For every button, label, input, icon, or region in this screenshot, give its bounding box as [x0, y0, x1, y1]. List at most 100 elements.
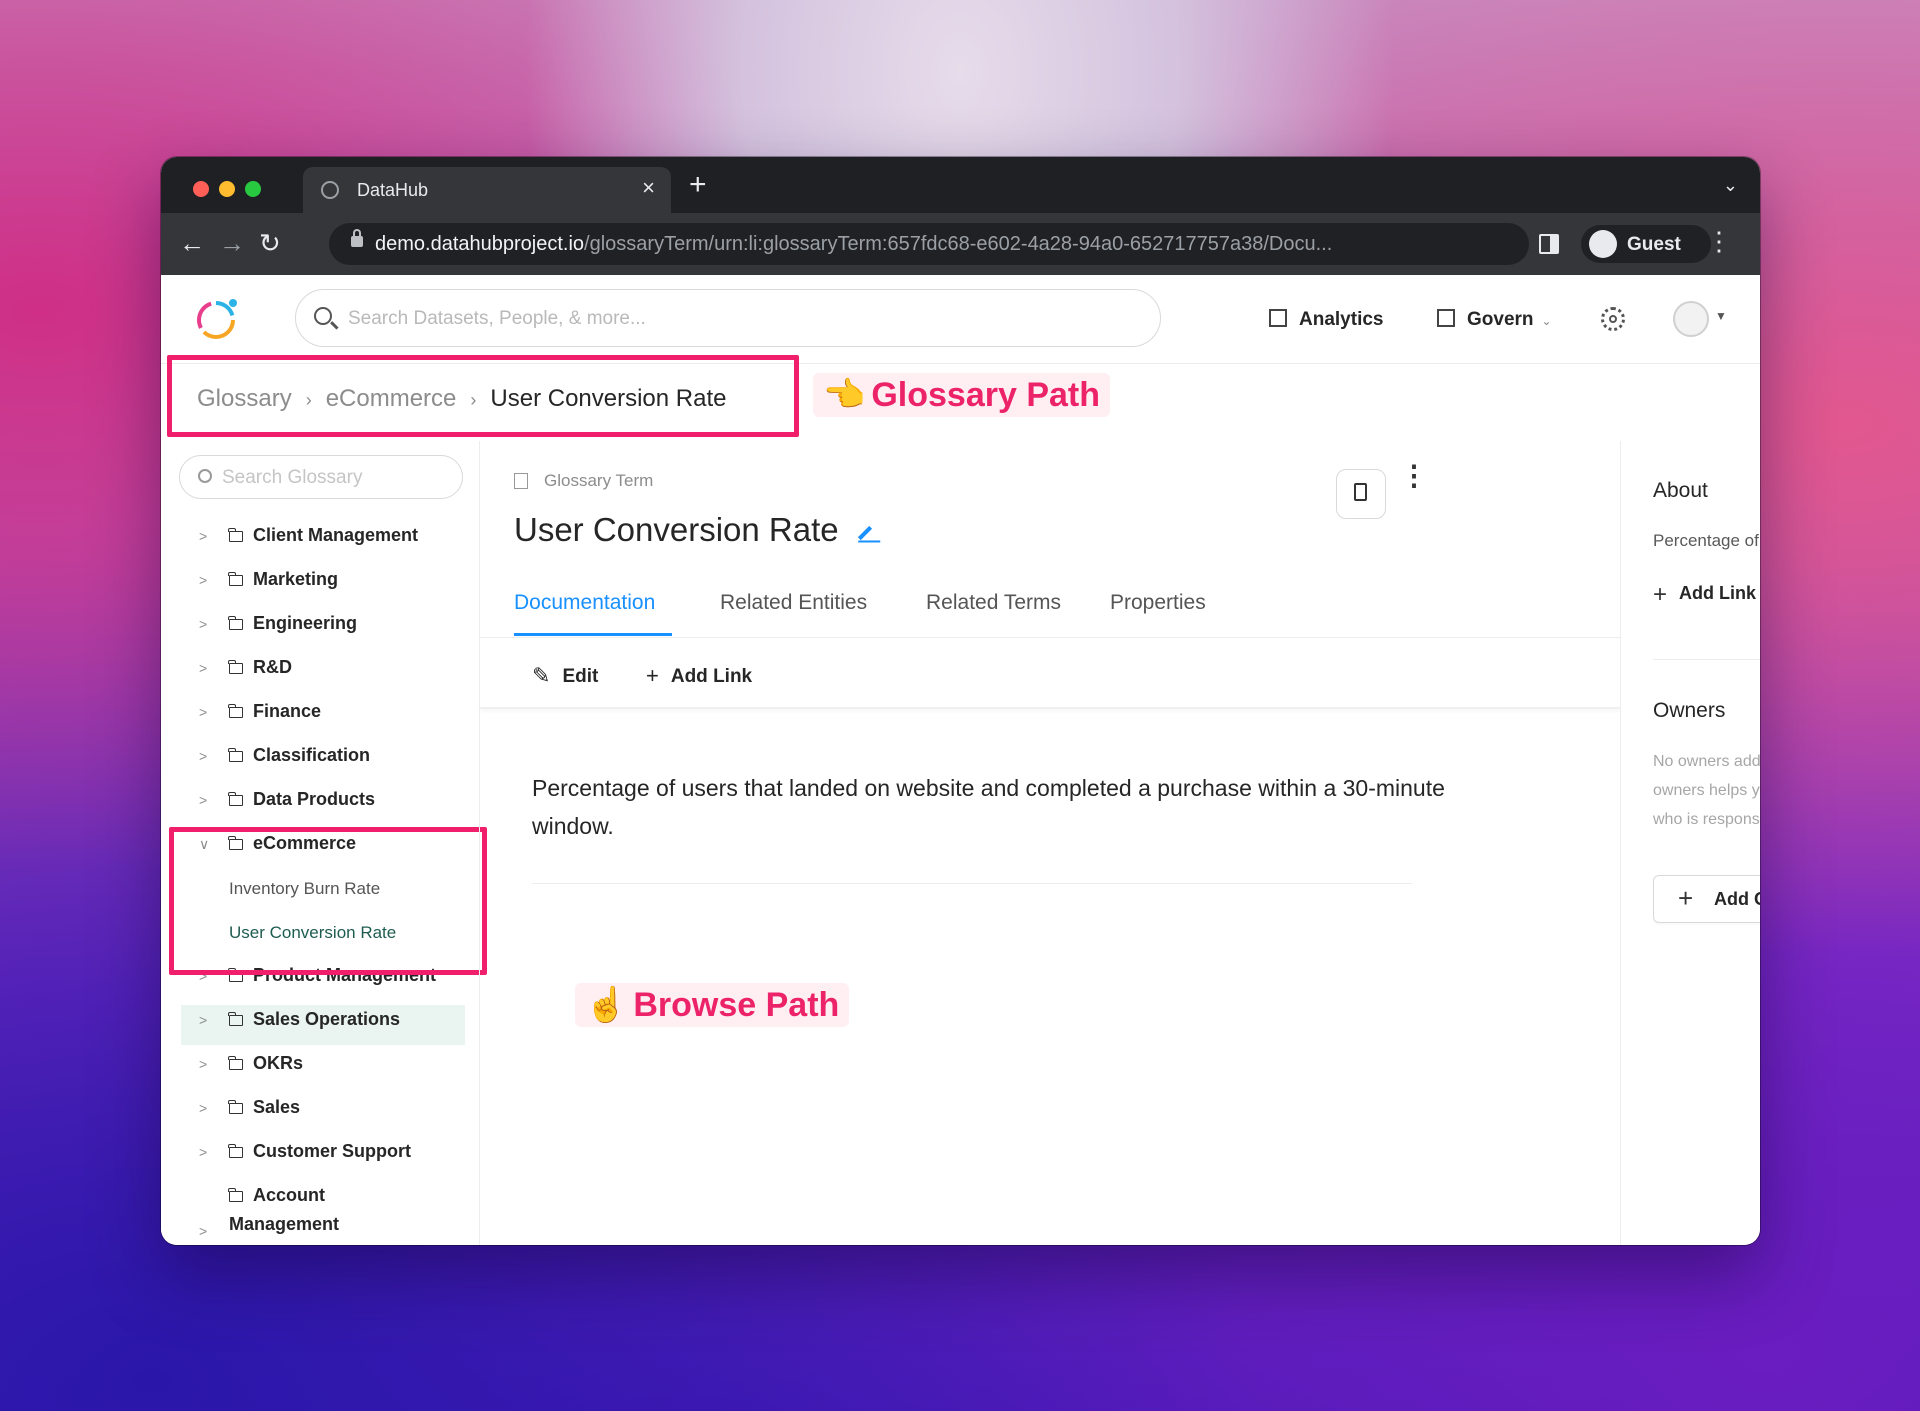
datahub-favicon-icon — [321, 181, 339, 199]
add-link-label: Add Link — [670, 666, 753, 687]
caret-down-icon[interactable]: ▼ — [1715, 309, 1727, 323]
tab-close-button[interactable]: × — [642, 177, 655, 199]
browser-tab[interactable]: DataHub × — [303, 167, 671, 213]
tab-related-terms[interactable]: Related Terms — [926, 591, 1061, 615]
tab-documentation[interactable]: Documentation — [514, 591, 655, 615]
folder-icon — [228, 1144, 243, 1158]
tree-node[interactable]: > Sales Operations — [199, 1009, 400, 1039]
chevron-down-icon: ⌄ — [1541, 314, 1552, 328]
glossary-search-input[interactable]: Search Glossary — [179, 455, 463, 499]
folder-icon — [228, 792, 243, 806]
owners-heading: Owners — [1653, 699, 1726, 722]
about-add-link-button[interactable]: + Add Link — [1653, 581, 1756, 609]
tree-node[interactable]: > Marketing — [199, 569, 338, 599]
folder-icon — [228, 1012, 243, 1026]
browser-menu-icon[interactable]: ⋮ — [1706, 227, 1732, 255]
folder-icon — [228, 704, 243, 718]
analytics-nav[interactable]: Analytics — [1269, 309, 1383, 331]
chevron-right-icon[interactable]: > — [199, 1223, 207, 1239]
tree-node-label: Sales Operations — [253, 1009, 401, 1029]
profile-button[interactable]: Guest — [1581, 225, 1711, 263]
maximize-window-button[interactable] — [245, 181, 261, 197]
plus-icon: + — [646, 663, 659, 688]
tabs-divider — [480, 637, 1620, 638]
chevron-right-icon: > — [199, 1144, 208, 1160]
tree-node-account[interactable]: Account — [228, 1185, 325, 1206]
tree-node[interactable]: > Engineering — [199, 613, 357, 643]
folder-icon — [228, 748, 243, 762]
tree-node[interactable]: > OKRs — [199, 1053, 303, 1083]
govern-icon — [1437, 309, 1455, 327]
gear-icon[interactable] — [1601, 307, 1625, 331]
govern-nav[interactable]: Govern ⌄ — [1437, 309, 1552, 331]
tree-node[interactable]: > Classification — [199, 745, 370, 775]
pointing-left-icon: 👈 — [823, 376, 866, 414]
reload-icon[interactable]: ↻ — [259, 229, 281, 257]
about-summary: Percentage of users that l... — [1653, 531, 1760, 550]
folder-icon — [228, 1188, 243, 1202]
add-owners-label: Add Owners — [1714, 889, 1760, 909]
tree-node-label: Sales — [253, 1097, 301, 1117]
tree-node-label: R&D — [253, 657, 292, 677]
close-window-button[interactable] — [193, 181, 209, 197]
minimize-window-button[interactable] — [219, 181, 235, 197]
url-text: demo.datahubproject.io/glossaryTerm/urn:… — [375, 233, 1333, 255]
tree-node[interactable]: > Data Products — [199, 789, 375, 819]
tree-node-account-line2: Management — [229, 1214, 340, 1234]
edit-label: Edit — [562, 666, 599, 687]
address-bar[interactable]: demo.datahubproject.io/glossaryTerm/urn:… — [329, 223, 1529, 265]
about-add-link-label: Add Link — [1679, 583, 1757, 603]
tree-node-label: Data Products — [253, 789, 376, 809]
new-tab-button[interactable]: + — [689, 170, 707, 200]
tree-node-label: Client Management — [253, 525, 419, 545]
back-arrow-icon[interactable]: ← — [179, 229, 205, 257]
edit-button[interactable]: ✎ Edit — [532, 663, 598, 689]
glossary-search-placeholder: Search Glossary — [222, 467, 363, 488]
folder-icon — [228, 528, 243, 542]
add-owners-button[interactable]: + Add Owners — [1653, 875, 1760, 923]
documentation-divider — [532, 883, 1412, 884]
datahub-logo[interactable] — [191, 291, 245, 345]
chevron-right-icon: > — [199, 704, 208, 720]
tree-node-label: Finance — [253, 701, 322, 721]
folder-icon — [228, 1100, 243, 1114]
edit-pencil-icon[interactable] — [857, 525, 872, 541]
tab-properties[interactable]: Properties — [1110, 591, 1206, 615]
side-panel-icon[interactable] — [1539, 234, 1559, 254]
guest-avatar-icon — [1589, 230, 1617, 258]
about-heading: About — [1653, 479, 1708, 502]
global-search-input[interactable]: Search Datasets, People, & more... — [295, 289, 1161, 347]
tree-node[interactable]: > Finance — [199, 701, 321, 731]
plus-icon: + — [1653, 581, 1668, 608]
tab-search-chevron-icon[interactable]: ⌄ — [1723, 175, 1738, 196]
tab-related-entities[interactable]: Related Entities — [720, 591, 867, 615]
search-icon — [314, 307, 332, 325]
tree-node[interactable]: > Customer Support — [199, 1141, 411, 1171]
forward-arrow-icon[interactable]: → — [219, 229, 245, 257]
more-options-icon[interactable]: ⋮ — [1400, 462, 1428, 490]
tree-node[interactable]: > Sales — [199, 1097, 300, 1127]
tree-node-label: Classification — [253, 745, 371, 765]
user-avatar[interactable] — [1673, 301, 1709, 337]
copy-urn-button[interactable] — [1336, 469, 1386, 519]
analytics-label: Analytics — [1299, 309, 1384, 330]
search-placeholder: Search Datasets, People, & more... — [348, 308, 646, 329]
chevron-right-icon: > — [199, 616, 208, 632]
panel-divider — [1653, 659, 1760, 660]
bar-chart-icon — [1269, 309, 1287, 327]
pencil-icon: ✎ — [532, 663, 551, 688]
folder-icon — [228, 660, 243, 674]
tab-title: DataHub — [357, 180, 429, 200]
tree-node-label: OKRs — [253, 1053, 304, 1073]
tree-node[interactable]: > Client Management — [199, 525, 418, 555]
plus-icon: + — [1678, 883, 1694, 913]
tree-node[interactable]: > R&D — [199, 657, 292, 687]
tree-node-label: Marketing — [253, 569, 339, 589]
glossary-path-label: Glossary Path — [871, 376, 1100, 414]
glossary-path-callout: 👈 Glossary Path — [813, 373, 1110, 417]
glossary-path-highlight — [167, 355, 799, 437]
add-link-button[interactable]: + Add Link — [646, 663, 752, 689]
entity-main-panel: Glossary Term User Conversion Rate ⋮ Doc… — [480, 441, 1620, 1245]
search-icon — [198, 469, 212, 483]
browser-window: DataHub × + ⌄ ← → ↻ demo.datahubproject.… — [161, 157, 1760, 1245]
